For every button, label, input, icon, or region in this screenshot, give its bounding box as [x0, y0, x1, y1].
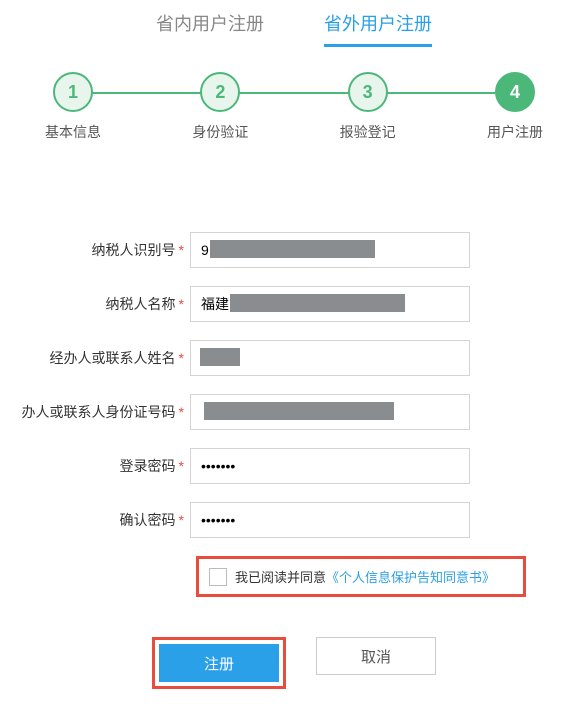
redaction-block	[210, 240, 375, 258]
label-login-pwd: 登录密码*	[20, 456, 190, 476]
step-label-1: 基本信息	[45, 122, 101, 142]
consent-text: 我已阅读并同意《个人信息保护告知同意书》	[235, 567, 495, 586]
step-connector-line	[85, 92, 503, 94]
redaction-block	[200, 348, 240, 366]
step-label-4: 用户注册	[487, 122, 543, 142]
required-mark: *	[179, 350, 184, 366]
submit-button[interactable]: 注册	[159, 644, 279, 682]
submit-highlight: 注册	[152, 637, 286, 689]
step-indicator: 1 基本信息 2 身份验证 3 报验登记 4 用户注册	[0, 47, 588, 142]
step-label-3: 报验登记	[340, 122, 396, 142]
label-taxpayer-id: 纳税人识别号*	[20, 240, 190, 260]
redaction-block	[204, 402, 394, 420]
label-confirm-pwd: 确认密码*	[20, 510, 190, 530]
tab-in-province[interactable]: 省内用户注册	[156, 10, 264, 47]
step-basic-info: 1 基本信息	[45, 72, 101, 142]
row-taxpayer-name: 纳税人名称*	[20, 286, 568, 322]
button-row: 注册 取消	[20, 637, 568, 689]
required-mark: *	[179, 296, 184, 312]
step-circle-3: 3	[348, 72, 388, 112]
step-user-reg: 4 用户注册	[487, 72, 543, 142]
consent-container: 我已阅读并同意《个人信息保护告知同意书》	[196, 556, 526, 597]
label-contact-id: 办人或联系人身份证号码*	[20, 402, 190, 422]
cancel-button[interactable]: 取消	[316, 637, 436, 675]
label-contact-name: 经办人或联系人姓名*	[20, 348, 190, 368]
row-contact-id: 办人或联系人身份证号码*	[20, 394, 568, 430]
step-circle-4: 4	[495, 72, 535, 112]
step-label-2: 身份验证	[192, 122, 248, 142]
required-mark: *	[179, 458, 184, 474]
required-mark: *	[179, 404, 184, 420]
confirm-password-input[interactable]	[190, 502, 470, 538]
step-circle-1: 1	[53, 72, 93, 112]
registration-tabs: 省内用户注册 省外用户注册	[0, 0, 588, 47]
login-password-input[interactable]	[190, 448, 470, 484]
registration-form: 纳税人识别号* 纳税人名称* 经办人或联系人姓名* 办人或联系人身份证号码* 登…	[0, 232, 588, 689]
step-identity: 2 身份验证	[192, 72, 248, 142]
row-taxpayer-id: 纳税人识别号*	[20, 232, 568, 268]
row-contact-name: 经办人或联系人姓名*	[20, 340, 568, 376]
redaction-block	[230, 294, 405, 312]
required-mark: *	[179, 512, 184, 528]
row-confirm-pwd: 确认密码*	[20, 502, 568, 538]
label-taxpayer-name: 纳税人名称*	[20, 294, 190, 314]
consent-checkbox[interactable]	[209, 568, 227, 586]
required-mark: *	[179, 242, 184, 258]
consent-link[interactable]: 《个人信息保护告知同意书》	[326, 570, 495, 585]
step-report-reg: 3 报验登记	[340, 72, 396, 142]
tab-out-province[interactable]: 省外用户注册	[324, 10, 432, 47]
step-circle-2: 2	[200, 72, 240, 112]
row-login-pwd: 登录密码*	[20, 448, 568, 484]
